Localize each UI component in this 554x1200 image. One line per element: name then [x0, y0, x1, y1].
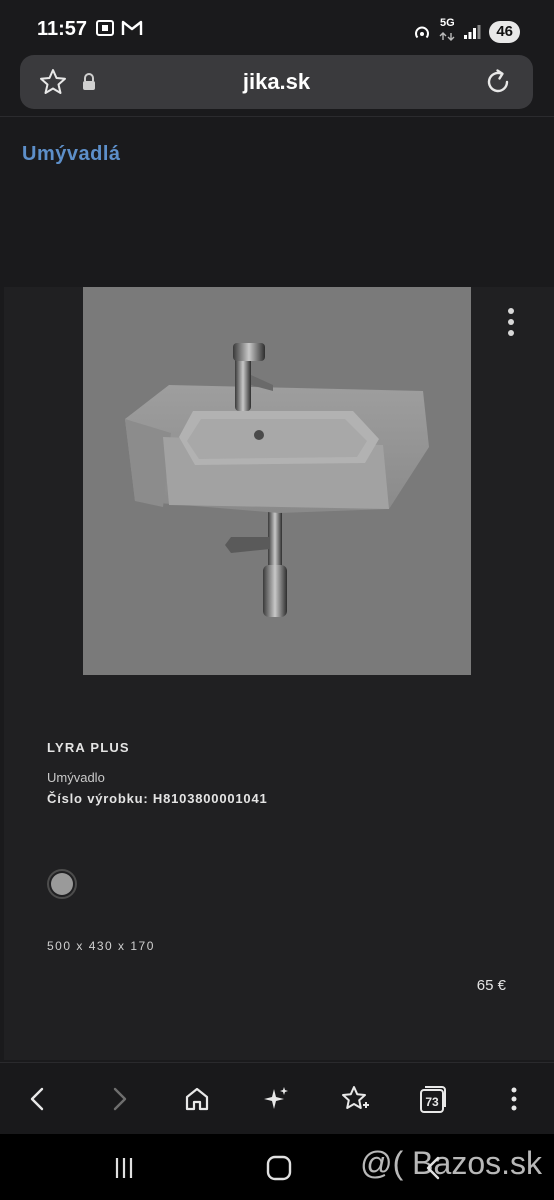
browser-toolbar: 73	[0, 1062, 554, 1135]
washbasin-illustration	[125, 343, 429, 617]
back-icon[interactable]	[20, 1081, 56, 1117]
status-bar: 11:57 5G 46	[0, 0, 554, 56]
forward-icon[interactable]	[101, 1081, 137, 1117]
gmail-icon	[121, 20, 143, 35]
page-heading[interactable]: Umývadlá	[22, 143, 121, 166]
status-system-icons: 5G 46	[413, 18, 520, 46]
signal-icon	[464, 25, 481, 39]
status-time: 11:57	[37, 18, 88, 40]
recent-apps-icon[interactable]	[106, 1150, 142, 1186]
home-icon[interactable]	[179, 1081, 215, 1117]
product-image[interactable]	[83, 287, 471, 675]
product-price: 65 €	[476, 977, 506, 994]
color-swatch-fill	[51, 873, 73, 895]
bookmark-add-icon[interactable]	[337, 1081, 373, 1117]
tabs-icon[interactable]: 73	[415, 1081, 451, 1117]
product-code: Číslo výrobku: H8103800001041	[47, 791, 268, 806]
tabs-count: 73	[425, 1095, 439, 1109]
network-label: 5G	[439, 17, 455, 29]
reload-icon[interactable]	[483, 67, 513, 97]
battery-indicator: 46	[489, 21, 520, 43]
product-card[interactable]: LYRA PLUS Umývadlo Číslo výrobku: H81038…	[4, 287, 554, 1060]
hotspot-icon	[415, 26, 430, 39]
product-type: Umývadlo	[47, 770, 105, 785]
sparkle-icon[interactable]	[258, 1081, 294, 1117]
header-divider	[0, 116, 554, 117]
color-swatch[interactable]	[47, 869, 77, 899]
product-code-label: Číslo výrobku:	[47, 791, 149, 806]
more-options-icon[interactable]	[506, 308, 516, 336]
product-name[interactable]: LYRA PLUS	[47, 740, 130, 755]
screenshot-icon	[96, 20, 114, 36]
home-button-icon[interactable]	[261, 1150, 297, 1186]
url-bar[interactable]: jika.sk	[20, 55, 533, 109]
watermark: @( Bazos.sk	[360, 1145, 542, 1181]
product-code-value: H8103800001041	[152, 791, 268, 806]
status-notification-icons	[95, 18, 143, 38]
product-dimensions: 500 x 430 x 170	[47, 939, 155, 953]
url-text[interactable]: jika.sk	[20, 69, 533, 95]
more-icon[interactable]	[496, 1081, 532, 1117]
network-indicator: 5G	[439, 18, 455, 46]
data-arrows-icon	[439, 32, 455, 41]
